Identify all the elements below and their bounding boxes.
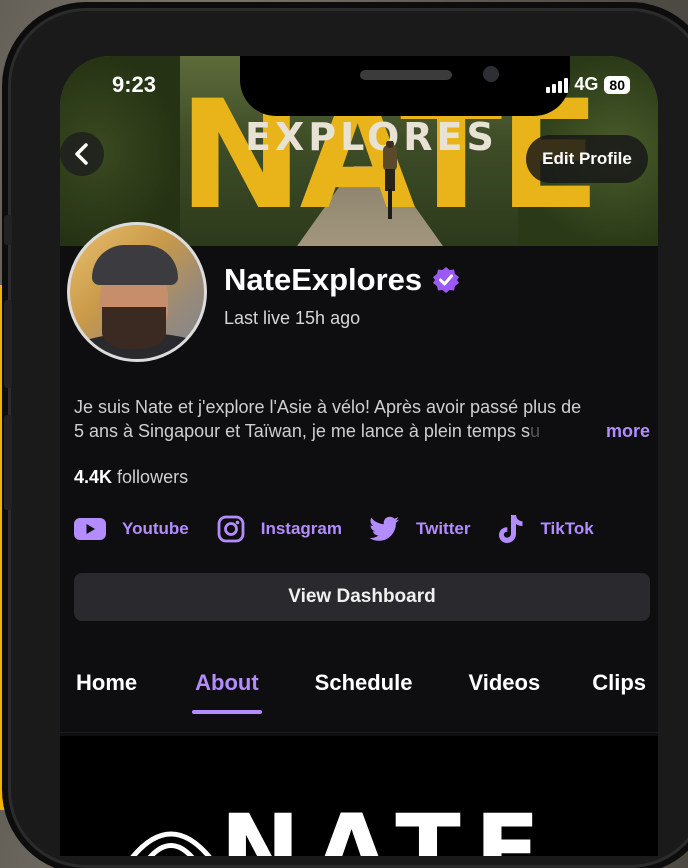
signal-wave-icon: [130, 831, 212, 856]
twitter-label: Twitter: [415, 519, 471, 538]
bio-more-link[interactable]: more: [606, 419, 650, 443]
bio-line-2: 5 ans à Singapour et Taïwan, je me lance…: [74, 419, 650, 443]
twitter-link[interactable]: Twitter: [369, 516, 471, 542]
username-text: NateExplores: [224, 262, 423, 297]
speaker-grille: [360, 70, 452, 80]
profile-tabs: Home About Schedule Videos Clips: [76, 670, 646, 714]
instagram-link[interactable]: Instagram: [217, 515, 342, 543]
phone-frame: NATE EXPLORES Edit Profile NateExplores: [8, 8, 688, 868]
cyclist-image: [383, 141, 397, 219]
banner-subtitle-text: EXPLORES: [245, 115, 498, 159]
view-dashboard-button[interactable]: View Dashboard: [74, 573, 650, 621]
chevron-left-icon: [75, 143, 88, 165]
app-screen: NATE EXPLORES Edit Profile NateExplores: [60, 56, 658, 856]
tab-videos[interactable]: Videos: [468, 670, 540, 714]
tab-schedule[interactable]: Schedule: [315, 670, 413, 714]
status-time: 9:23: [112, 72, 157, 97]
status-indicators: 4G 80: [546, 74, 630, 95]
tab-divider: [60, 732, 658, 733]
tiktok-icon: [499, 515, 523, 543]
battery-icon: 80: [604, 75, 630, 94]
youtube-icon: [74, 518, 106, 540]
tab-home[interactable]: Home: [76, 670, 137, 714]
twitter-icon: [369, 516, 399, 541]
front-camera: [483, 66, 499, 82]
followers-number: 4.4K: [74, 467, 113, 487]
avatar[interactable]: [67, 222, 207, 362]
phone-button-silent: [4, 215, 12, 245]
bio-line-1: Je suis Nate et j'explore l'Asie à vélo!…: [74, 397, 582, 417]
avatar-beard: [102, 307, 166, 349]
social-links: Youtube Instagram Twitter TikTok: [74, 514, 622, 544]
edit-profile-button[interactable]: Edit Profile: [526, 135, 648, 183]
youtube-link[interactable]: Youtube: [74, 518, 189, 540]
phone-button-volume-down: [4, 415, 12, 510]
followers-label: followers: [117, 467, 189, 487]
back-button[interactable]: [60, 132, 104, 176]
avatar-cap: [92, 245, 178, 285]
bio-line-2-fade: u: [529, 421, 540, 441]
last-live-text: Last live 15h ago: [224, 308, 361, 328]
profile-name: NateExplores: [224, 262, 460, 298]
bio-text[interactable]: Je suis Nate et j'explore l'Asie à vélo!…: [74, 395, 650, 443]
signal-strength-icon: [546, 77, 569, 93]
network-type: 4G: [574, 74, 599, 94]
phone-button-volume-up: [4, 300, 12, 388]
tab-about[interactable]: About: [192, 670, 262, 714]
tab-clips[interactable]: Clips: [592, 670, 646, 714]
tiktok-link[interactable]: TikTok: [498, 514, 594, 544]
camera-notch: [240, 56, 570, 116]
verified-badge-icon: [433, 267, 460, 293]
about-banner-text: NATE: [220, 794, 555, 856]
about-panel-image: NATE: [60, 736, 658, 856]
tiktok-label: TikTok: [540, 519, 594, 538]
instagram-label: Instagram: [260, 519, 342, 538]
youtube-label: Youtube: [122, 519, 189, 538]
followers-count: 4.4K followers: [74, 467, 188, 488]
instagram-icon: [217, 515, 245, 543]
bio-line-2-text: 5 ans à Singapour et Taïwan, je me lance…: [74, 421, 530, 441]
